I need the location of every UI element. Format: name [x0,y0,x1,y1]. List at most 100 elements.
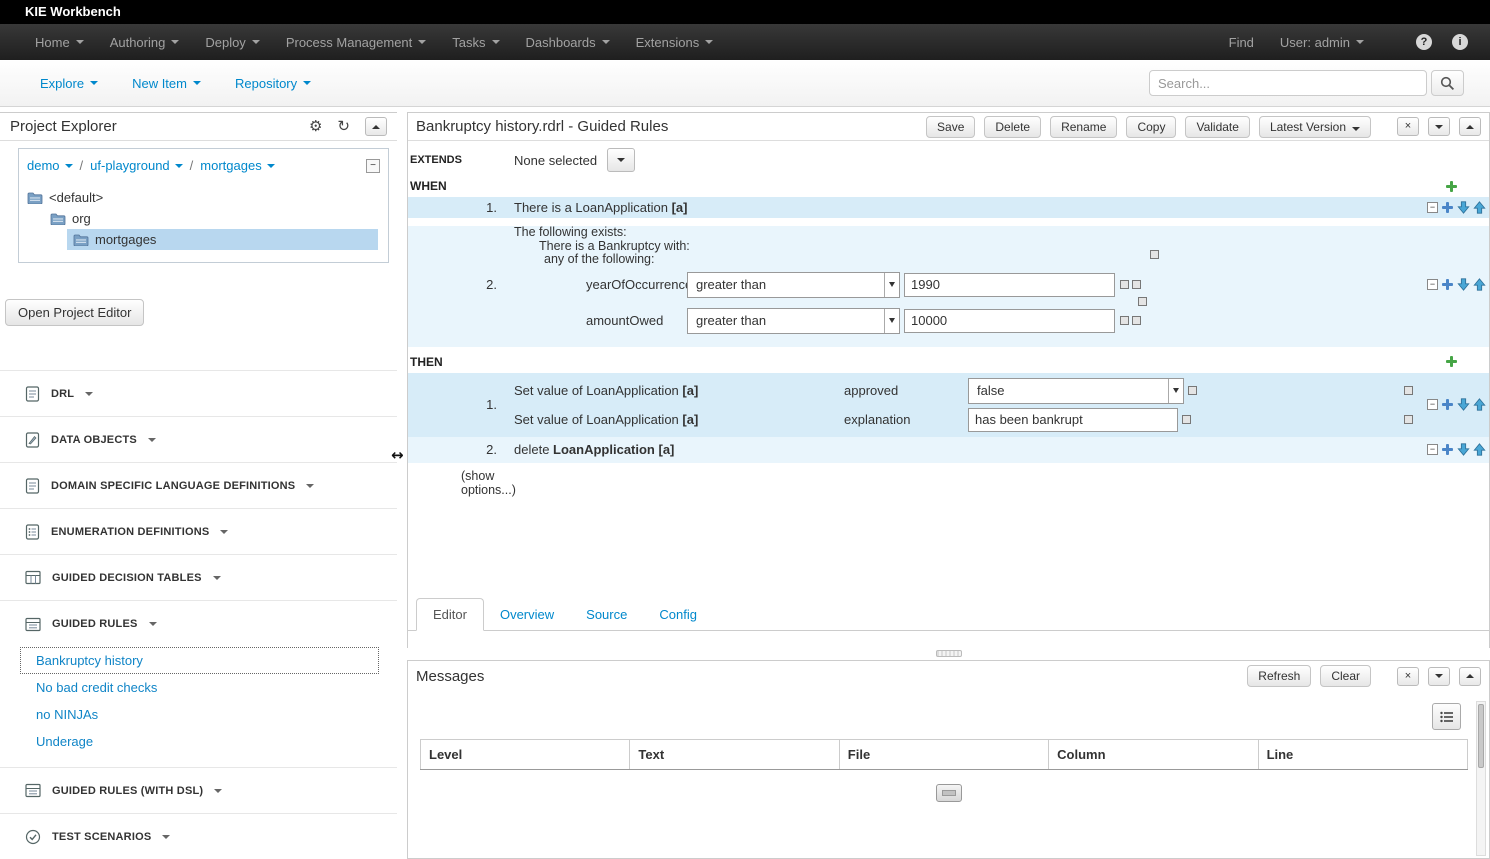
refresh-button[interactable]: Refresh [1247,665,1311,687]
panel-splitter-vertical[interactable]: ↔ [397,107,407,859]
validate-button[interactable]: Validate [1185,116,1249,138]
version-selector-button[interactable]: Latest Version [1259,116,1371,138]
help-icon[interactable]: ? [1416,34,1432,50]
nav-item-process-management[interactable]: Process Management [273,24,439,60]
tab-editor[interactable]: Editor [416,598,484,631]
nav-item-dashboards[interactable]: Dashboards [513,24,623,60]
info-icon[interactable]: i [1452,34,1468,50]
section-guided-rules-with-dsl[interactable]: GUIDED RULES (WITH DSL) [0,768,397,814]
collapse-panel-button[interactable] [365,117,387,136]
nav-item-authoring[interactable]: Authoring [97,24,193,60]
add-row-icon[interactable] [1441,201,1454,214]
collapse-row-icon[interactable]: − [1427,202,1438,213]
find-link[interactable]: Find [1229,35,1254,50]
repository-menu[interactable]: Repository [235,76,311,91]
nav-item-deploy[interactable]: Deploy [192,24,272,60]
condition-value-input[interactable] [904,273,1115,297]
section-dsl-definitions[interactable]: DOMAIN SPECIFIC LANGUAGE DEFINITIONS [0,463,397,509]
nav-item-extensions[interactable]: Extensions [623,24,727,60]
move-up-icon[interactable] [1473,201,1486,214]
scrollbar-thumb[interactable] [1478,704,1484,768]
messages-scrollbar[interactable] [1476,701,1486,856]
connective-icon[interactable] [1188,386,1197,395]
delete-button[interactable]: Delete [984,116,1041,138]
section-guided-rules[interactable]: GUIDED RULES [0,601,397,647]
section-drl[interactable]: DRL [0,371,397,417]
operator-select[interactable]: greater than [687,308,900,334]
move-up-icon[interactable] [1473,443,1486,456]
section-data-objects[interactable]: DATA OBJECTS [0,417,397,463]
clear-button[interactable]: Clear [1320,665,1371,687]
add-action-button[interactable] [1445,355,1458,368]
action-value-input[interactable] [968,408,1178,432]
tab-overview[interactable]: Overview [484,599,570,630]
section-enumeration-definitions[interactable]: ENUMERATION DEFINITIONS [0,509,397,555]
new-item-menu[interactable]: New Item [132,76,201,91]
breadcrumb-module[interactable]: mortgages [200,158,274,173]
tab-source[interactable]: Source [570,599,643,630]
add-condition-button[interactable] [1445,180,1458,193]
list-item-no-bad-credit-checks[interactable]: No bad credit checks [20,674,379,701]
move-up-icon[interactable] [1473,398,1486,411]
search-button[interactable] [1431,70,1464,96]
move-up-icon[interactable] [1473,278,1486,291]
section-test-scenarios[interactable]: TEST SCENARIOS [0,814,397,859]
add-field-connector-icon[interactable] [1150,250,1159,259]
gear-icon[interactable]: ⚙ [309,119,322,134]
connective-icon[interactable] [1132,316,1141,325]
panel-splitter-horizontal[interactable] [407,648,1490,660]
action-value-select[interactable]: false [968,378,1184,404]
collapse-row-icon[interactable]: − [1427,444,1438,455]
extends-select-button[interactable] [607,148,635,172]
nav-item-tasks[interactable]: Tasks [439,24,512,60]
connective-icon[interactable] [1120,280,1129,289]
list-item-bankruptcy-history[interactable]: Bankruptcy history [20,647,379,674]
tree-item-org[interactable]: org [19,208,388,229]
list-item-no-ninjas[interactable]: no NINJAs [20,701,379,728]
add-row-icon[interactable] [1441,443,1454,456]
column-header-column[interactable]: Column [1049,740,1258,770]
column-header-level[interactable]: Level [421,740,630,770]
column-picker-button[interactable] [1432,703,1461,730]
nav-item-home[interactable]: Home [22,24,97,60]
show-options-link[interactable]: (show options...) [461,469,531,497]
tree-item-mortgages[interactable]: mortgages [67,229,378,250]
collapse-row-icon[interactable]: − [1427,279,1438,290]
add-row-icon[interactable] [1441,278,1454,291]
rename-button[interactable]: Rename [1050,116,1117,138]
move-down-icon[interactable] [1457,398,1470,411]
add-field-connector-icon[interactable] [1138,297,1147,306]
column-header-file[interactable]: File [839,740,1048,770]
close-icon[interactable]: × [1397,117,1419,136]
open-project-editor-button[interactable]: Open Project Editor [5,299,144,326]
breadcrumb-repo[interactable]: demo [27,158,73,173]
column-header-line[interactable]: Line [1258,740,1467,770]
panel-menu-icon[interactable] [1428,117,1450,136]
save-button[interactable]: Save [926,116,975,138]
user-menu[interactable]: User: admin [1274,24,1370,60]
add-row-icon[interactable] [1441,398,1454,411]
collapse-navigator-icon[interactable]: − [366,159,380,173]
connective-icon[interactable] [1132,280,1141,289]
horizontal-resize-icon[interactable]: ↔ [391,446,404,464]
splitter-grip-icon[interactable] [936,650,962,657]
search-input[interactable] [1149,70,1427,96]
collapse-messages-button[interactable] [1459,667,1481,686]
move-down-icon[interactable] [1457,278,1470,291]
move-down-icon[interactable] [1457,201,1470,214]
connective-icon[interactable] [1182,415,1191,424]
condition-value-input[interactable] [904,309,1115,333]
refresh-icon[interactable]: ↻ [337,119,350,134]
connective-icon[interactable] [1120,316,1129,325]
add-field-connector-icon[interactable] [1404,386,1413,395]
collapse-editor-button[interactable] [1459,117,1481,136]
add-field-connector-icon[interactable] [1404,415,1413,424]
move-down-icon[interactable] [1457,443,1470,456]
tab-config[interactable]: Config [643,599,713,630]
breadcrumb-project[interactable]: uf-playground [90,158,183,173]
operator-select[interactable]: greater than [687,272,900,298]
tree-item-default[interactable]: <default> [19,187,388,208]
close-icon[interactable]: × [1397,667,1419,686]
copy-button[interactable]: Copy [1126,116,1176,138]
section-guided-decision-tables[interactable]: GUIDED DECISION TABLES [0,555,397,601]
